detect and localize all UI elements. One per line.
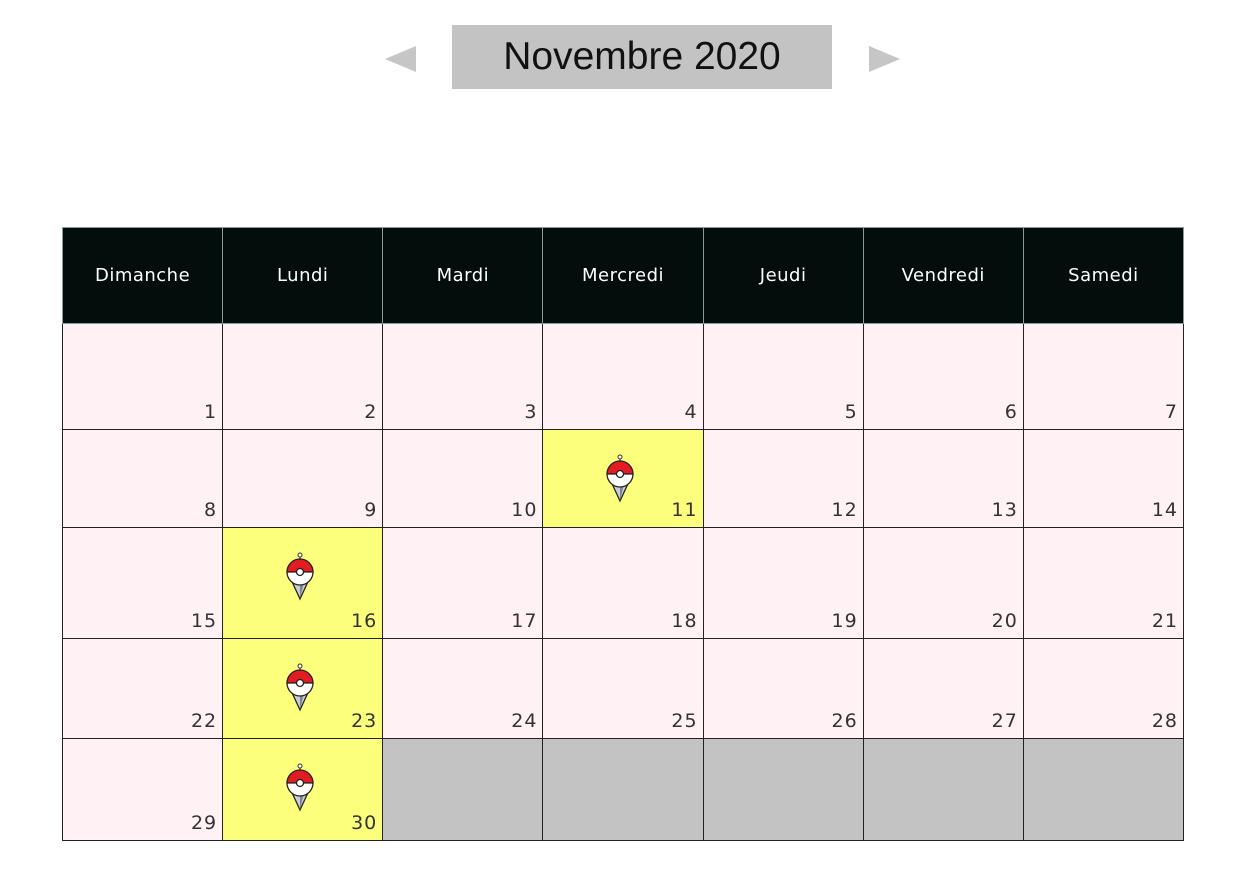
day-cell: 29 [61,738,224,841]
weekday-header: Samedi [1022,227,1185,324]
day-number: 30 [351,812,378,834]
pokeball-pin-icon[interactable] [605,454,635,504]
calendar-week-row: 22 23 24 25 26 27 28 [61,638,1185,739]
day-number: 18 [671,610,698,632]
day-number: 27 [991,710,1018,732]
weekday-header: Dimanche [61,227,224,324]
calendar-grid: Dimanche Lundi Mardi Mercredi Jeudi Vend… [61,227,1185,841]
event-day-cell[interactable]: 16 [222,527,384,639]
day-number: 12 [831,499,858,521]
event-day-cell[interactable]: 11 [542,429,704,528]
day-cell: 12 [702,429,864,528]
day-cell: 13 [862,429,1024,528]
day-cell: 15 [61,527,224,639]
calendar-week-row: 1 2 3 4 5 6 7 [61,323,1185,430]
day-number: 3 [524,401,538,423]
day-number: 13 [991,499,1018,521]
empty-day-cell [542,738,704,841]
day-number: 7 [1164,401,1178,423]
day-cell: 6 [862,323,1024,430]
calendar-week-row: 8 9 10 11 12 13 14 [61,429,1185,528]
day-cell: 8 [61,429,224,528]
day-cell: 20 [862,527,1024,639]
day-number: 11 [671,499,698,521]
previous-month-button[interactable] [385,46,416,72]
day-number: 15 [190,610,218,632]
day-cell: 9 [222,429,384,528]
day-number: 19 [831,610,858,632]
day-cell: 5 [702,323,864,430]
day-cell: 17 [382,527,544,639]
day-number: 29 [190,812,218,834]
calendar-week-row: 29 30 [61,738,1185,841]
day-cell: 18 [542,527,704,639]
day-number: 23 [351,710,378,732]
weekday-header: Mardi [382,227,544,324]
day-cell: 7 [1022,323,1185,430]
day-cell: 1 [61,323,224,430]
day-number: 28 [1151,710,1178,732]
empty-day-cell [862,738,1024,841]
day-cell: 25 [542,638,704,739]
event-day-cell[interactable]: 30 [222,738,384,841]
month-title: Novembre 2020 [452,25,832,89]
day-number: 6 [1004,401,1018,423]
day-number: 16 [351,610,378,632]
day-number: 8 [204,499,218,521]
empty-day-cell [702,738,864,841]
day-number: 20 [991,610,1018,632]
day-number: 1 [204,401,218,423]
empty-day-cell [1022,738,1185,841]
day-cell: 22 [61,638,224,739]
day-number: 9 [364,499,378,521]
weekday-header: Vendredi [862,227,1024,324]
day-cell: 4 [542,323,704,430]
day-cell: 14 [1022,429,1185,528]
day-number: 25 [671,710,698,732]
day-number: 10 [511,499,538,521]
day-number: 17 [511,610,538,632]
day-number: 5 [844,401,858,423]
day-number: 4 [684,401,698,423]
day-number: 21 [1151,610,1178,632]
day-cell: 10 [382,429,544,528]
day-number: 22 [190,710,218,732]
pokeball-pin-icon[interactable] [285,552,315,602]
month-navigation: Novembre 2020 [0,25,1250,89]
calendar-week-row: 15 16 17 18 19 20 21 [61,527,1185,639]
weekday-header-row: Dimanche Lundi Mardi Mercredi Jeudi Vend… [61,227,1185,324]
day-number: 14 [1151,499,1178,521]
next-month-button[interactable] [869,46,900,72]
weekday-header: Lundi [222,227,384,324]
day-number: 26 [831,710,858,732]
weekday-header: Jeudi [702,227,864,324]
day-cell: 19 [702,527,864,639]
day-cell: 28 [1022,638,1185,739]
day-cell: 26 [702,638,864,739]
day-cell: 3 [382,323,544,430]
day-number: 2 [364,401,378,423]
day-cell: 27 [862,638,1024,739]
empty-day-cell [382,738,544,841]
pokeball-pin-icon[interactable] [285,763,315,813]
day-number: 24 [511,710,538,732]
pokeball-pin-icon[interactable] [285,663,315,713]
day-cell: 21 [1022,527,1185,639]
event-day-cell[interactable]: 23 [222,638,384,739]
day-cell: 2 [222,323,384,430]
day-cell: 24 [382,638,544,739]
weekday-header: Mercredi [542,227,704,324]
